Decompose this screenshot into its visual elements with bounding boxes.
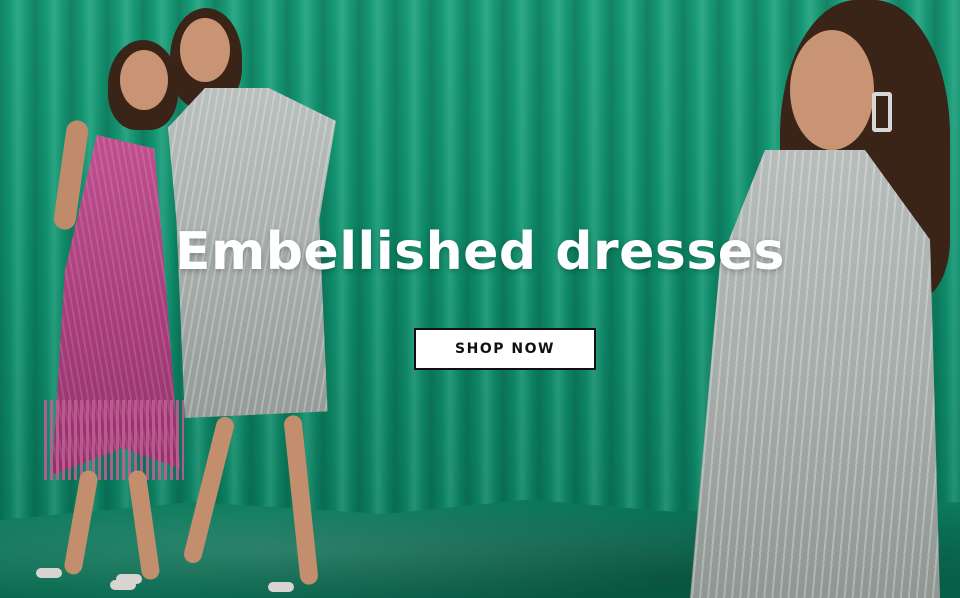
model-face xyxy=(180,18,230,82)
shop-now-button[interactable]: SHOP NOW xyxy=(414,328,596,370)
pink-fringe-hem xyxy=(44,400,184,480)
sandal xyxy=(36,568,62,578)
model-face xyxy=(120,50,168,110)
model-face xyxy=(790,30,874,150)
hero-banner[interactable]: Embellished dresses SHOP NOW xyxy=(0,0,960,598)
sandal xyxy=(110,580,136,590)
statement-earring xyxy=(872,92,892,132)
sandal xyxy=(268,582,294,592)
hero-headline: Embellished dresses xyxy=(175,222,785,282)
